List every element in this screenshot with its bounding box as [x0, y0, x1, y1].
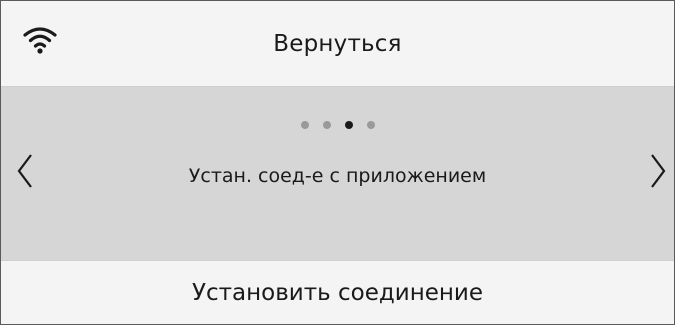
page-indicator — [1, 121, 674, 129]
chevron-right-icon[interactable] — [644, 149, 674, 193]
back-button-label: Вернуться — [273, 30, 402, 57]
back-button[interactable]: Вернуться — [1, 1, 674, 86]
carousel-item-label: Устан. соед-е с приложением — [188, 165, 487, 187]
page-dot — [366, 121, 375, 129]
page-dot — [322, 121, 331, 129]
page-dot-active — [344, 121, 353, 129]
page-dot — [300, 121, 309, 129]
connect-button[interactable]: Установить соединение — [1, 261, 674, 324]
screen: Вернуться Устан. соед-е с приложением Ус… — [0, 0, 675, 325]
mode-carousel[interactable]: Устан. соед-е с приложением — [1, 87, 674, 260]
connect-button-label: Установить соединение — [191, 279, 484, 306]
wifi-icon — [23, 25, 57, 55]
header-bar: Вернуться — [1, 1, 674, 86]
